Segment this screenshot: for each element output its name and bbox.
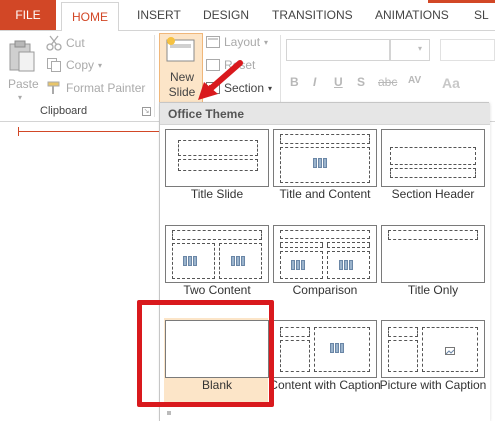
picture-icon: [445, 347, 455, 355]
copy-label: Copy: [66, 58, 95, 72]
annotation-highlight-box: [137, 300, 274, 407]
layout-label: Title Slide: [190, 187, 244, 201]
section-dropdown-icon[interactable]: ▾: [268, 84, 272, 93]
character-spacing-button[interactable]: AV: [408, 75, 421, 86]
heading-placeholder: [327, 242, 370, 248]
tab-design[interactable]: DESIGN: [203, 0, 249, 30]
paste-button[interactable]: Paste ▾: [6, 37, 39, 102]
overflow-indicator: [428, 0, 495, 3]
title-placeholder: [172, 230, 262, 240]
layout-picture-with-caption[interactable]: Picture with Caption: [380, 320, 486, 408]
tab-home[interactable]: HOME: [61, 2, 119, 31]
title-placeholder: [388, 230, 478, 240]
title-placeholder: [280, 134, 370, 144]
content-icons: [291, 260, 307, 270]
text-placeholder: [390, 168, 476, 178]
tab-slide-show[interactable]: SL: [474, 0, 495, 30]
scissors-icon: [46, 35, 62, 51]
content-icons: [330, 343, 346, 353]
layout-content-with-caption[interactable]: Content with Caption: [269, 320, 381, 408]
annotation-arrow-icon: [198, 60, 243, 100]
layout-label: Comparison: [292, 283, 358, 297]
layout-label: Title and Content: [279, 187, 371, 201]
layout-comparison[interactable]: Comparison: [273, 225, 377, 313]
layout-thumbnail: [273, 320, 377, 378]
layout-label: Layout: [224, 35, 261, 49]
strikethrough-button[interactable]: abc: [378, 75, 397, 89]
title-placeholder: [388, 327, 418, 337]
content-icons: [313, 158, 329, 168]
title-placeholder: [280, 327, 310, 337]
tab-file[interactable]: FILE: [0, 0, 56, 30]
layout-thumbnail: [273, 129, 377, 187]
ribbon-tab-bar: FILE HOME INSERT DESIGN TRANSITIONS ANIM…: [0, 0, 495, 31]
copy-dropdown-icon[interactable]: ▾: [98, 61, 102, 70]
paste-dropdown-icon[interactable]: ▾: [18, 93, 22, 102]
title-placeholder: [178, 140, 258, 156]
layout-thumbnail: [381, 320, 485, 378]
layout-label: Section Header: [391, 187, 475, 201]
layout-title-only[interactable]: Title Only: [381, 225, 485, 313]
layout-thumbnail: [273, 225, 377, 283]
font-name-dropdown[interactable]: [286, 39, 390, 61]
layout-thumbnail: [381, 225, 485, 283]
paste-label: Paste: [8, 77, 39, 91]
gallery-scroll-indicator[interactable]: [167, 411, 171, 415]
heading-placeholder: [280, 242, 323, 248]
paintbrush-icon: [47, 81, 60, 94]
layout-icon: [206, 36, 220, 48]
layout-thumbnail: [381, 129, 485, 187]
text-placeholder: [280, 340, 310, 372]
title-placeholder: [390, 147, 476, 165]
format-painter-label: Format Painter: [66, 81, 146, 95]
tab-transitions[interactable]: TRANSITIONS: [272, 0, 353, 30]
change-case-icon[interactable]: Aa: [442, 75, 460, 91]
copy-icon: [47, 58, 61, 72]
content-icons: [231, 256, 247, 266]
layout-title-slide[interactable]: Title Slide: [165, 129, 269, 217]
underline-button[interactable]: U: [334, 75, 343, 89]
layout-thumbnail: [165, 129, 269, 187]
subtitle-placeholder: [178, 159, 258, 171]
content-icons: [339, 260, 355, 270]
tab-animations[interactable]: ANIMATIONS: [375, 0, 449, 30]
text-placeholder: [388, 340, 418, 372]
bold-button[interactable]: B: [290, 75, 299, 89]
font-size-chevron-icon: ▾: [418, 44, 423, 53]
shadow-button[interactable]: S: [357, 75, 365, 89]
layout-dropdown-icon[interactable]: ▾: [264, 38, 268, 47]
layout-label: Content with Caption: [269, 378, 381, 392]
layout-title-and-content[interactable]: Title and Content: [273, 129, 377, 217]
title-placeholder: [280, 230, 370, 239]
paste-icon: [9, 40, 35, 72]
clipboard-dialog-launcher-icon[interactable]: ↘: [142, 107, 151, 116]
grow-shrink-font[interactable]: [440, 39, 495, 61]
gallery-heading: Office Theme: [160, 103, 490, 125]
font-size-dropdown[interactable]: [390, 39, 430, 61]
layout-thumbnail: [165, 225, 269, 283]
format-painter-button[interactable]: Format Painter: [46, 80, 145, 96]
layout-section-header[interactable]: Section Header: [381, 129, 485, 217]
content-icons: [183, 256, 199, 266]
cut-button[interactable]: Cut: [46, 35, 85, 51]
layout-label: Picture with Caption: [379, 378, 487, 392]
cut-label: Cut: [66, 36, 85, 50]
clipboard-group-label: Clipboard: [40, 105, 88, 117]
slide-ruler: [18, 131, 160, 132]
italic-button[interactable]: I: [313, 75, 316, 89]
new-slide-icon: [166, 37, 195, 62]
layout-label: Title Only: [407, 283, 459, 297]
tab-insert[interactable]: INSERT: [137, 0, 181, 30]
group-divider: [154, 35, 155, 117]
copy-button[interactable]: Copy ▾: [46, 57, 102, 73]
layout-button[interactable]: Layout ▾: [206, 35, 268, 49]
layout-label: Two Content: [183, 283, 251, 297]
